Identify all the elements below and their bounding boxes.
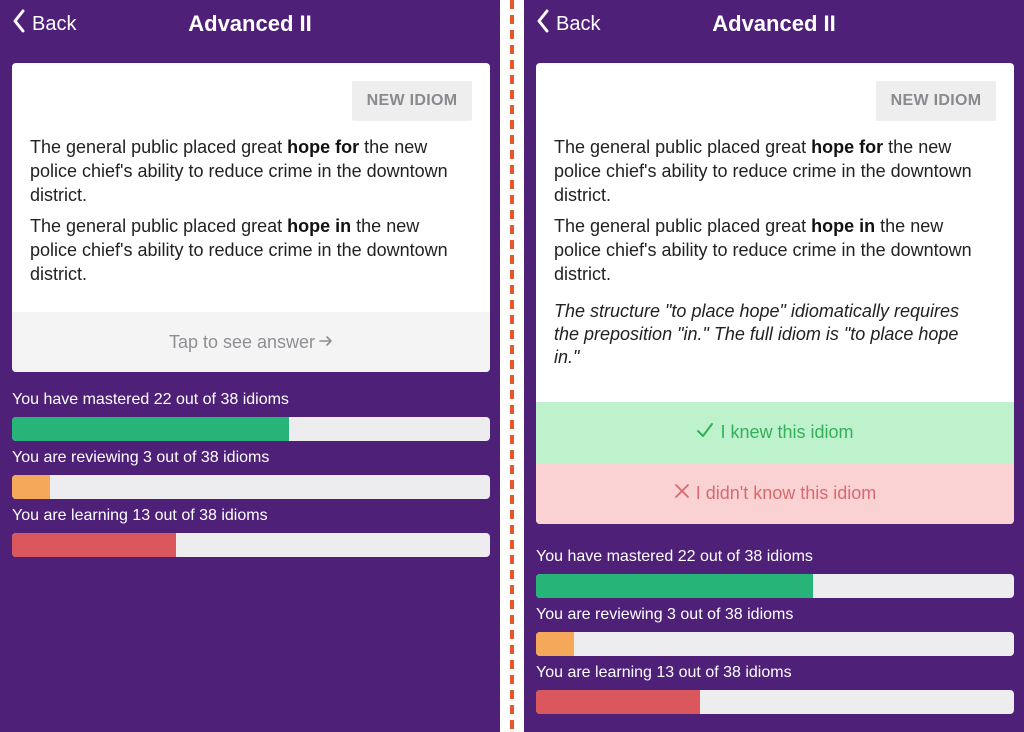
arrow-right-icon [319,332,333,353]
progress-mastered-bar [536,574,1014,598]
progress-reviewing: You are reviewing 3 out of 38 idioms [12,448,490,499]
progress-mastered-bar [12,417,490,441]
sentence-1: The general public placed great hope for… [30,137,448,205]
knew-idiom-label: I knew this idiom [720,422,854,442]
progress-mastered-label: You have mastered 22 out of 38 idioms [12,391,289,408]
new-idiom-button[interactable]: NEW IDIOM [352,81,472,121]
didnt-know-idiom-button[interactable]: I didn't know this idiom [536,463,1014,524]
page-title: Advanced II [188,11,312,36]
progress-reviewing-label: You are reviewing 3 out of 38 idioms [536,606,794,623]
progress-mastered: You have mastered 22 out of 38 idioms [12,390,490,441]
page-title: Advanced II [712,11,836,36]
progress-reviewing-bar [536,632,1014,656]
knew-idiom-button[interactable]: I knew this idiom [536,402,1014,463]
sentence-2: The general public placed great hope in … [30,216,448,284]
check-icon [696,422,714,443]
sentence-2: The general public placed great hope in … [554,216,972,284]
header: Back Advanced II [524,0,1024,48]
idiom-highlight: hope in [287,216,352,236]
new-idiom-button[interactable]: NEW IDIOM [876,81,996,121]
sentence-1: The general public placed great hope for… [554,137,972,205]
progress-learning-bar [536,690,1014,714]
progress-learning-label: You are learning 13 out of 38 idioms [12,507,268,524]
progress-learning: You are learning 13 out of 38 idioms [536,663,1014,714]
progress-mastered-label: You have mastered 22 out of 38 idioms [536,548,813,565]
dashed-divider [510,0,514,732]
screen-answer: Back Advanced II NEW IDIOM The general p… [524,0,1024,732]
header: Back Advanced II [0,0,500,48]
progress-learning: You are learning 13 out of 38 idioms [12,506,490,557]
progress-reviewing-label: You are reviewing 3 out of 38 idioms [12,449,270,466]
didnt-know-idiom-label: I didn't know this idiom [695,483,877,503]
tap-answer-label: Tap to see answer [168,331,316,352]
progress-mastered-fill [12,417,289,441]
progress-reviewing: You are reviewing 3 out of 38 idioms [536,605,1014,656]
progress-mastered: You have mastered 22 out of 38 idioms [536,547,1014,598]
idiom-card: NEW IDIOM The general public placed grea… [536,63,1014,524]
progress-learning-label: You are learning 13 out of 38 idioms [536,664,792,681]
progress-learning-fill [12,533,176,557]
screen-question: Back Advanced II NEW IDIOM The general p… [0,0,500,732]
progress-learning-bar [12,533,490,557]
idiom-highlight: hope in [811,216,876,236]
idiom-highlight: hope for [811,137,884,157]
idiom-card: NEW IDIOM The general public placed grea… [12,63,490,372]
tap-to-see-answer-button[interactable]: Tap to see answer [12,312,490,372]
progress-reviewing-fill [12,475,50,499]
progress-reviewing-fill [536,632,574,656]
progress-mastered-fill [536,574,813,598]
cross-icon [674,483,690,504]
progress-learning-fill [536,690,700,714]
answer-explanation: The structure "to place hope" idiomatica… [554,301,959,367]
progress-reviewing-bar [12,475,490,499]
idiom-highlight: hope for [287,137,360,157]
